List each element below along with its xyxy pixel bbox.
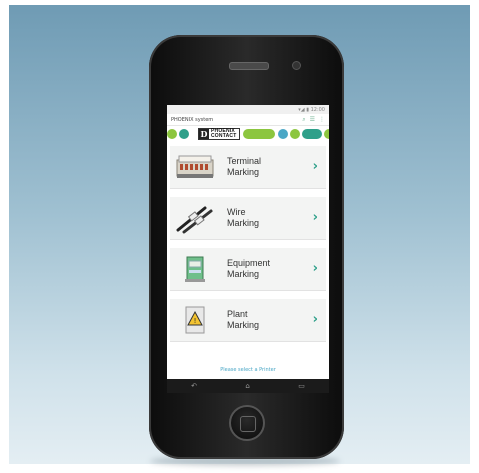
chevron-right-icon: › [312, 210, 318, 225]
printer-hint-link[interactable]: Please select a Printer [167, 367, 329, 373]
search-icon[interactable]: ⌕ [302, 116, 305, 124]
home-button-square [240, 416, 256, 432]
chevron-right-icon: › [312, 261, 318, 276]
menu-item-plant-marking[interactable]: ! Plant Marking › [170, 299, 326, 342]
status-text: ▾◢ ▮ 12:00 [298, 106, 325, 113]
menu-item-equipment-marking[interactable]: Equipment Marking › [170, 248, 326, 291]
menu-item-label: Equipment Marking [227, 258, 270, 280]
label-line2: Marking [227, 320, 260, 330]
plant-sign-icon: ! [174, 302, 216, 338]
decor-dot [278, 129, 288, 139]
decor-dot [167, 129, 177, 139]
menu-item-label: Plant Marking [227, 309, 259, 331]
menu-item-label: Wire Marking [227, 207, 259, 229]
wire-icon [174, 200, 216, 236]
equipment-icon [174, 251, 216, 287]
decor-dot [290, 129, 300, 139]
svg-text:!: ! [194, 317, 197, 325]
logo-mark: D [199, 129, 209, 139]
app-title: PHOENIX system [171, 116, 214, 123]
front-camera [292, 61, 301, 70]
status-bar: ▾◢ ▮ 12:00 [167, 105, 329, 114]
logo-line2: CONTACT [211, 133, 237, 139]
menu-item-terminal-marking[interactable]: Terminal Marking › [170, 146, 326, 189]
phoenix-contact-logo: D PHOENIX CONTACT [198, 128, 240, 140]
menu-item-label: Terminal Marking [227, 156, 261, 178]
brand-strip: D PHOENIX CONTACT [167, 126, 329, 142]
label-line2: Marking [227, 218, 260, 228]
logo-text: PHOENIX CONTACT [209, 129, 236, 139]
speaker-grille [229, 62, 269, 70]
terminal-block-icon [174, 149, 216, 185]
menu-item-wire-marking[interactable]: Wire Marking › [170, 197, 326, 240]
label-line1: Plant [227, 309, 248, 319]
decor-dot [179, 129, 189, 139]
decor-bar [243, 129, 275, 139]
more-icon[interactable]: ⋮ [319, 116, 325, 124]
app-bar: PHOENIX system ⌕ ☰ ⋮ [167, 114, 329, 126]
chevron-right-icon: › [312, 159, 318, 174]
back-icon[interactable]: ↶ [191, 382, 197, 390]
list-icon[interactable]: ☰ [310, 116, 315, 124]
label-line1: Terminal [227, 156, 262, 166]
decor-bar [302, 129, 322, 139]
home-button[interactable] [229, 405, 265, 441]
app-bar-actions: ⌕ ☰ ⋮ [302, 116, 325, 124]
smartphone: ▾◢ ▮ 12:00 PHOENIX system ⌕ ☰ ⋮ D PHOENI… [149, 35, 344, 459]
chevron-right-icon: › [312, 312, 318, 327]
marking-menu: Terminal Marking › Wire Marking › Equipm… [167, 142, 329, 342]
label-line2: Marking [227, 269, 260, 279]
label-line1: Equipment [227, 258, 271, 268]
decor-dot [324, 129, 329, 139]
label-line1: Wire [227, 207, 246, 217]
phone-screen: ▾◢ ▮ 12:00 PHOENIX system ⌕ ☰ ⋮ D PHOENI… [167, 105, 329, 393]
label-line2: Marking [227, 167, 260, 177]
android-nav-bar: ↶ ⌂ ▭ [167, 379, 329, 393]
recents-icon[interactable]: ▭ [298, 382, 305, 390]
home-icon[interactable]: ⌂ [245, 382, 249, 390]
